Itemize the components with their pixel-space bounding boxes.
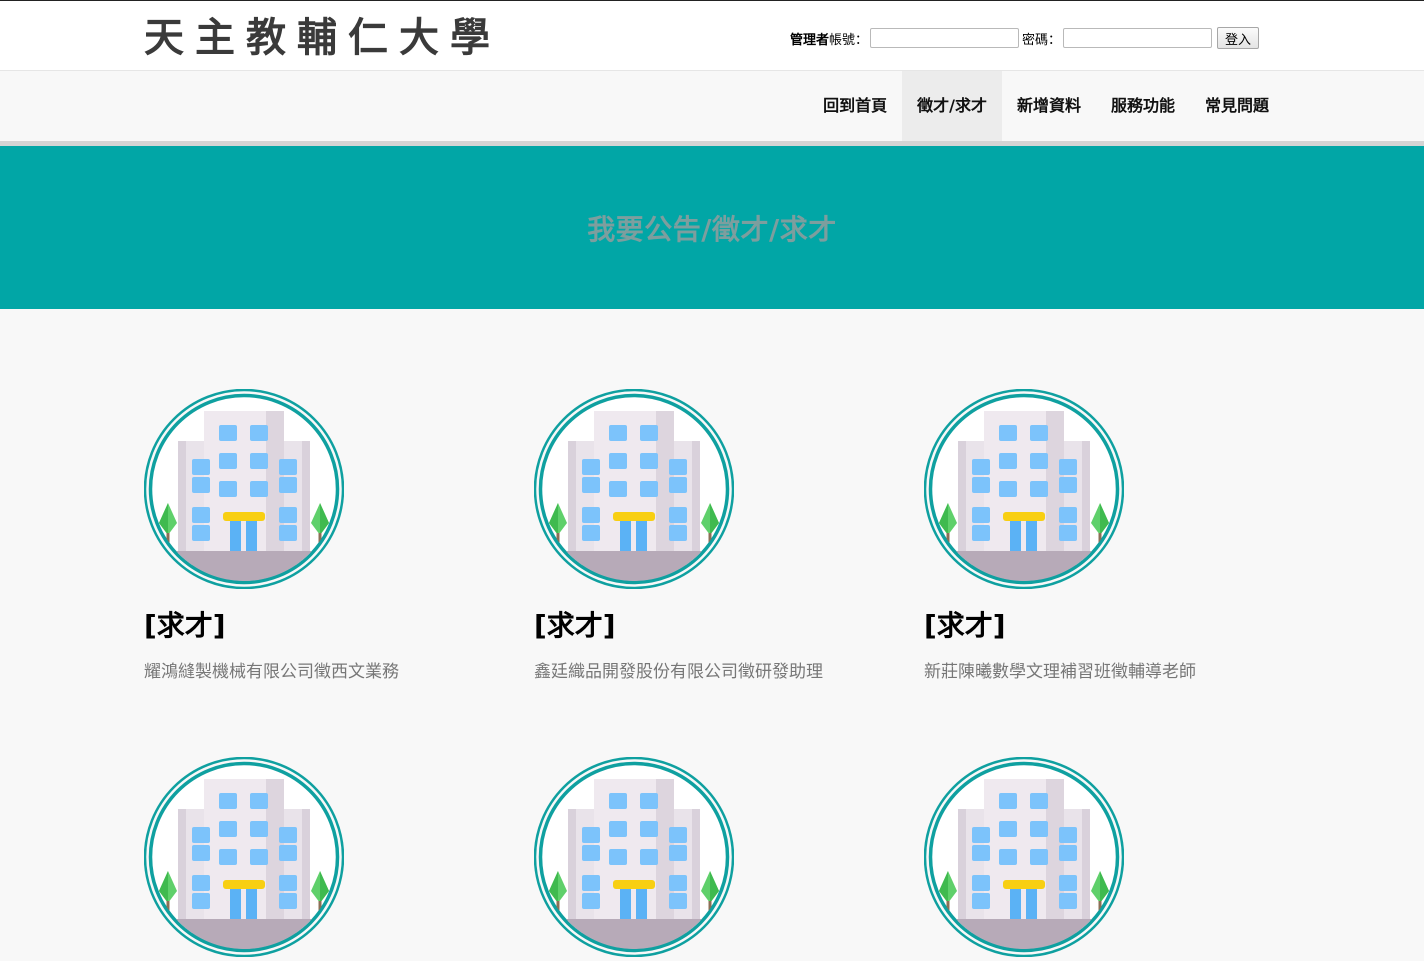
building-icon[interactable] [923,388,1125,590]
building-icon[interactable] [143,756,345,958]
admin-label: 管理者 [790,32,830,48]
building-icon[interactable] [533,388,735,590]
job-card[interactable]: [求才] 新莊陳曦數學文理補習班徵輔導老師 [923,388,1284,684]
job-card-tag[interactable]: [求才] [534,606,894,646]
admin-login-form: 管理者 帳號： 密碼： 登入 [790,27,1260,49]
job-card[interactable]: [求才] 耀鴻縫製機械有限公司徵西文業務 [143,388,504,684]
job-card-description[interactable]: 鑫廷織品開發股份有限公司徵研發助理 [534,660,894,684]
building-icon[interactable] [533,756,735,958]
job-card-tag[interactable]: [求才] [924,606,1284,646]
login-button[interactable]: 登入 [1217,27,1260,49]
job-card[interactable]: [求才] 鑫廷織品開發股份有限公司徵研發助理 [533,388,894,684]
hero-banner: 我要公告/徵才/求才 [0,146,1424,309]
password-label: 密碼： [1022,32,1062,48]
university-logo[interactable]: 天主教輔仁大學 [144,13,501,63]
page-title: 我要公告/徵才/求才 [587,212,837,246]
password-input[interactable] [1063,28,1213,48]
nav-menu: 回到首頁 徵才/求才 新增資料 服務功能 常見問題 [808,71,1284,141]
job-card-description[interactable]: 新莊陳曦數學文理補習班徵輔導老師 [924,660,1284,684]
account-input[interactable] [870,28,1020,48]
account-label: 帳號： [829,32,869,48]
job-card-tag[interactable]: [求才] [144,606,504,646]
job-card[interactable] [143,756,504,958]
nav-item-faq[interactable]: 常見問題 [1190,71,1284,141]
main-nav: 回到首頁 徵才/求才 新增資料 服務功能 常見問題 [0,71,1424,146]
job-card[interactable] [923,756,1284,958]
nav-item-jobs[interactable]: 徵才/求才 [902,71,1002,141]
top-header: 天主教輔仁大學 管理者 帳號： 密碼： 登入 [0,0,1424,71]
nav-item-home[interactable]: 回到首頁 [808,71,902,141]
job-card[interactable] [533,756,894,958]
nav-item-services[interactable]: 服務功能 [1096,71,1190,141]
building-icon[interactable] [923,756,1125,958]
nav-item-add-data[interactable]: 新增資料 [1002,71,1096,141]
building-icon[interactable] [143,388,345,590]
job-card-description[interactable]: 耀鴻縫製機械有限公司徵西文業務 [144,660,504,684]
